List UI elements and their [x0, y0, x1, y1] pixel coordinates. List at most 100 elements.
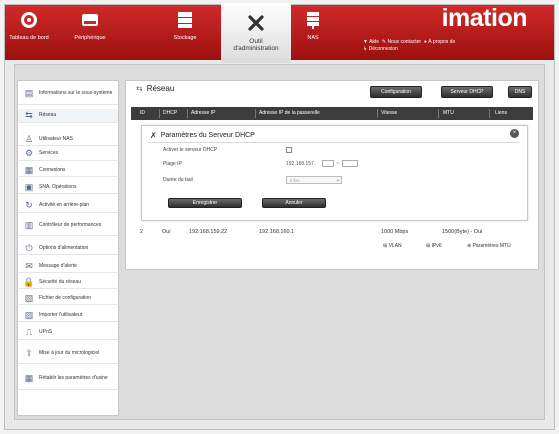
vlan-icon: ⊞ — [383, 243, 388, 249]
sidebar-item-label: Fichier de configuration — [39, 294, 91, 301]
ip-range-end-input[interactable] — [342, 160, 358, 167]
import-user-icon: ▨ — [24, 309, 34, 320]
cell-mtu: 1500(Byte) - Oui — [442, 229, 483, 235]
cell-speed: 1000 Mbps — [381, 229, 409, 235]
sidebar-item-10[interactable]: ✉ Message d'alerte — [18, 260, 118, 273]
sidebar-item-2[interactable]: ⇆ Réseau — [18, 109, 118, 123]
ipv6-link[interactable]: ⊞ IPv6 — [426, 243, 442, 249]
power-icon: ⏻ — [25, 242, 33, 253]
vlan-link[interactable]: ⊞ VLAN — [383, 243, 402, 249]
save-button[interactable]: Enregistrer — [168, 198, 242, 208]
admin-tools-icon — [246, 13, 266, 33]
factory-reset-icon: ▦ — [24, 373, 34, 383]
sidebar-item-7[interactable]: ↻ Activité en arrière-plan — [18, 198, 118, 213]
cell-gateway: 192.168.160.1 — [259, 229, 295, 235]
top-links: ▼ Aide ✎ Nous contacter ● À propos de ↳ … — [363, 39, 455, 53]
sidebar-item-1[interactable]: ▤ Informations sur le sous-système — [18, 83, 118, 105]
lease-duration-label: Durée du bail — [163, 177, 193, 183]
cell-ip: 192.168.159.22 — [189, 229, 228, 235]
sidebar-item-label: Message d'alerte — [39, 262, 77, 269]
ip-range-dash: ~ — [336, 161, 339, 167]
sidebar-item-9[interactable]: ⏻ Options d'alimentation — [18, 242, 118, 255]
close-icon[interactable]: × — [510, 129, 519, 138]
sidebar-item-label: Utilisateur NAS — [39, 135, 73, 142]
contact-link[interactable]: ✎ Nous contacter — [380, 39, 421, 45]
sidebar-item-8[interactable]: ▥ Contrôleur de performances — [18, 216, 118, 236]
user-icon: ♙ — [24, 133, 34, 144]
nav-peripherique[interactable]: Périphérique — [60, 0, 120, 55]
sidebar-item-label: Informations sur le sous-système — [39, 90, 113, 97]
sidebar-item-4[interactable]: ⚙ Services — [18, 147, 118, 161]
lock-icon: 🔒 — [23, 276, 35, 287]
performance-icon: ▥ — [24, 220, 34, 230]
table-header: ID DHCP Adresse IP Adresse IP de la pass… — [131, 107, 533, 120]
brand-logo: imation — [441, 4, 528, 32]
ipv6-icon: ⊞ — [426, 243, 431, 249]
sidebar-item-16[interactable]: ▦ Rétablir les paramètres d'usine — [18, 368, 118, 390]
nav-label: Outil d'administration — [233, 38, 279, 52]
sidebar-item-label: SNA, Opérations — [39, 183, 77, 190]
cancel-button[interactable]: Annuler — [262, 198, 326, 208]
config-file-icon: ▧ — [24, 292, 34, 303]
nav-label: Périphérique — [74, 35, 106, 41]
dhcp-settings-icon: ✗ — [150, 131, 157, 140]
help-link[interactable]: ▼ Aide — [363, 39, 379, 45]
configuration-button[interactable]: Configuration — [370, 86, 422, 98]
sidebar-item-5[interactable]: ▦ Connexions — [18, 164, 118, 177]
storage-disks-icon — [175, 10, 195, 30]
col-speed: Vitesse — [381, 110, 398, 116]
connections-icon: ▦ — [24, 164, 34, 175]
device-drive-icon — [80, 10, 100, 30]
col-id: ID — [140, 110, 145, 116]
col-links: Liens — [495, 110, 507, 116]
operations-icon: ▣ — [24, 181, 34, 192]
nav-nas[interactable]: NAS — [298, 0, 328, 55]
mtu-settings-link[interactable]: ⊕ Paramètres MTU — [467, 243, 511, 249]
sidebar-item-11[interactable]: 🔒 Sécurité du réseau — [18, 276, 118, 289]
nav-stockage[interactable]: Stockage — [160, 0, 210, 55]
col-gateway: Adresse IP de la passerelle — [259, 110, 320, 116]
dns-button[interactable]: DNS — [508, 86, 532, 98]
sidebar-item-15[interactable]: ⇪ Mise à jour du micrologiciel — [18, 344, 118, 364]
enable-dhcp-label: Activer le serveur DHCP — [163, 147, 218, 153]
ip-range-prefix: 192.168.157. — [286, 161, 316, 167]
col-mtu: MTU — [443, 110, 454, 116]
lease-duration-select[interactable]: Infini ▾ — [286, 176, 342, 184]
sidebar-item-14[interactable]: ⎍ UPnS — [18, 326, 118, 340]
sidebar-item-12[interactable]: ▧ Fichier de configuration — [18, 292, 118, 305]
dhcp-server-button[interactable]: Serveur DHCP — [441, 86, 493, 98]
ip-range-start-input[interactable] — [322, 160, 334, 167]
nav-tableau-de-bord[interactable]: Tableau de bord — [9, 0, 49, 55]
page-title: ⇆ Réseau — [136, 84, 175, 93]
sidebar-item-label: Services — [39, 150, 59, 157]
sidebar-item-3[interactable]: ♙ Utilisateur NAS — [18, 133, 118, 146]
chevron-down-icon: ▾ — [336, 178, 339, 183]
sidebar-item-6[interactable]: ▣ SNA, Opérations — [18, 181, 118, 194]
sidebar-item-label: Activité en arrière-plan — [39, 201, 90, 208]
nav-label: Tableau de bord — [9, 35, 49, 41]
sidebar-item-label: UPnS — [39, 329, 53, 336]
dashboard-gauge-icon — [19, 10, 39, 30]
sidebar-item-label: Options d'alimentation — [39, 244, 89, 251]
network-icon: ⇆ — [25, 110, 33, 120]
background-activity-icon: ↻ — [25, 199, 33, 210]
about-link[interactable]: ● À propos de — [422, 39, 455, 45]
sidebar-item-label: Réseau — [39, 112, 57, 119]
info-icon: ▤ — [24, 88, 34, 98]
services-icon: ⚙ — [24, 148, 34, 158]
sidebar-item-label: Importer l'utilisateur — [39, 311, 83, 318]
network-icon: ⇆ — [136, 84, 143, 93]
col-ip: Adresse IP — [191, 110, 216, 116]
sidebar-item-label: Sécurité du réseau — [39, 278, 81, 285]
col-dhcp: DHCP — [163, 110, 178, 116]
ip-range-label: Plage IP — [163, 161, 182, 167]
firmware-update-icon: ⇪ — [25, 348, 33, 358]
sidebar-item-label: Connexions — [39, 166, 66, 173]
nav-outil-administration[interactable]: Outil d'administration — [221, 3, 291, 63]
sidebar-item-label: Contrôleur de performances — [39, 222, 102, 229]
nas-server-icon — [303, 10, 323, 30]
nav-label: NAS — [307, 35, 319, 41]
logout-link[interactable]: ↳ Déconnexion — [363, 46, 398, 52]
sidebar-item-13[interactable]: ▨ Importer l'utilisateur — [18, 309, 118, 322]
enable-dhcp-checkbox[interactable] — [286, 147, 292, 153]
